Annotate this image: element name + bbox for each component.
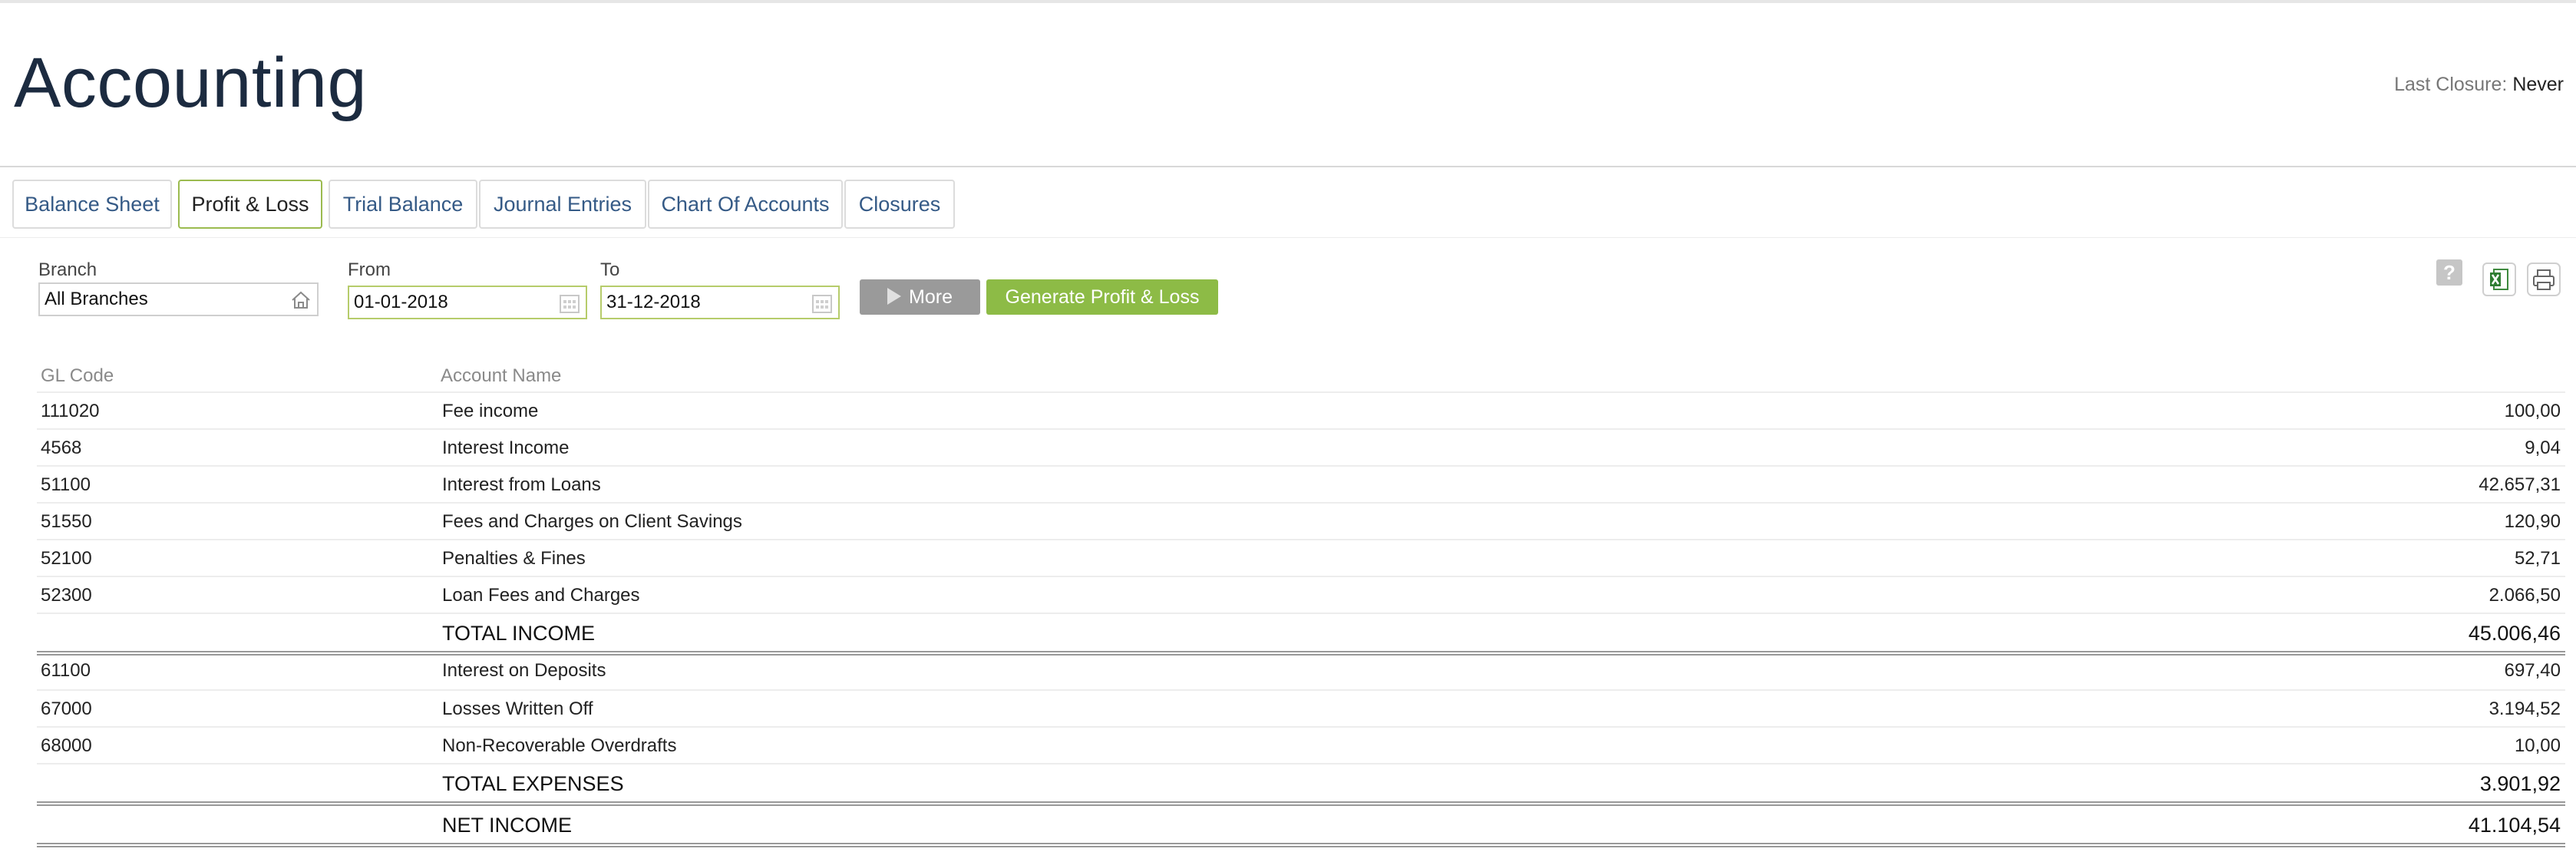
amount-cell: 52,71 [2514, 548, 2561, 569]
from-date-field[interactable] [348, 286, 587, 319]
total-expenses-value: 3.901,92 [2479, 772, 2561, 795]
table-row: 61100 Interest on Deposits 697,40 [37, 652, 2565, 689]
to-date-input[interactable] [606, 287, 792, 318]
table-row: 52300 Loan Fees and Charges 2.066,50 [37, 576, 2565, 614]
account-name-cell: Fee income [442, 401, 539, 421]
amount-cell: 42.657,31 [2479, 474, 2561, 495]
net-income-divider [37, 843, 2565, 847]
gl-code-cell: 61100 [41, 660, 91, 681]
to-date-field[interactable] [600, 286, 840, 319]
amount-cell: 10,00 [2514, 735, 2561, 756]
table-row: 4568 Interest Income 9,04 [37, 428, 2565, 467]
play-icon [887, 288, 902, 305]
table-row: 51100 Interest from Loans 42.657,31 [37, 465, 2565, 504]
tab-chart-of-accounts[interactable]: Chart Of Accounts [648, 180, 843, 229]
net-income-label: NET INCOME [442, 814, 573, 837]
more-button[interactable]: More [860, 279, 980, 315]
tab-journal-entries[interactable]: Journal Entries [479, 180, 646, 229]
branch-label: Branch [38, 259, 97, 280]
tab-profit-loss[interactable]: Profit & Loss [178, 180, 322, 229]
total-income-value: 45.006,46 [2468, 622, 2561, 645]
account-name-cell: Non-Recoverable Overdrafts [442, 735, 677, 756]
net-income-value: 41.104,54 [2468, 814, 2561, 837]
account-name-cell: Interest Income [442, 438, 570, 458]
account-name-cell: Interest on Deposits [442, 660, 606, 681]
gl-code-header: GL Code [41, 365, 114, 386]
generate-profit-loss-button[interactable]: Generate Profit & Loss [986, 279, 1218, 315]
table-row: 111020 Fee income 100,00 [37, 391, 2565, 430]
tab-trial-balance[interactable]: Trial Balance [329, 180, 477, 229]
amount-cell: 120,90 [2504, 511, 2561, 532]
table-row: 67000 Losses Written Off 3.194,52 [37, 689, 2565, 728]
gl-code-cell: 67000 [41, 698, 92, 719]
account-name-cell: Fees and Charges on Client Savings [442, 511, 742, 532]
table-row: 68000 Non-Recoverable Overdrafts 10,00 [37, 726, 2565, 764]
net-income-row: NET INCOME 41.104,54 [37, 806, 2565, 843]
total-income-label: TOTAL INCOME [442, 622, 596, 645]
amount-cell: 697,40 [2504, 660, 2561, 681]
account-name-cell: Interest from Loans [442, 474, 601, 495]
header-divider [0, 166, 2576, 167]
to-label: To [600, 259, 620, 280]
gl-code-cell: 4568 [41, 438, 82, 458]
last-closure-label: Last Closure: [2394, 74, 2508, 95]
total-expenses-row: TOTAL EXPENSES 3.901,92 [37, 763, 2565, 801]
home-icon [292, 291, 310, 309]
amount-cell: 3.194,52 [2488, 698, 2561, 719]
gl-code-cell: 52100 [41, 548, 92, 569]
last-closure: Last Closure: Never [2394, 74, 2564, 96]
gl-code-cell: 111020 [41, 401, 100, 421]
account-name-cell: Loan Fees and Charges [442, 585, 640, 606]
branch-select[interactable] [38, 282, 319, 316]
tab-closures[interactable]: Closures [844, 180, 955, 229]
table-row: 52100 Penalties & Fines 52,71 [37, 539, 2565, 577]
gl-code-cell: 51550 [41, 511, 92, 532]
calendar-icon[interactable] [811, 292, 834, 315]
last-closure-value: Never [2512, 74, 2564, 95]
total-income-row: TOTAL INCOME 45.006,46 [37, 613, 2565, 651]
total-expenses-label: TOTAL EXPENSES [442, 772, 624, 795]
amount-cell: 100,00 [2504, 401, 2561, 421]
tab-balance-sheet[interactable]: Balance Sheet [12, 180, 172, 229]
table-row: 51550 Fees and Charges on Client Savings… [37, 502, 2565, 540]
account-name-header: Account Name [441, 365, 562, 386]
tabs-divider [0, 237, 2576, 238]
page-title: Accounting [14, 44, 368, 122]
gl-code-cell: 51100 [41, 474, 91, 495]
gl-code-cell: 52300 [41, 585, 92, 606]
account-name-cell: Penalties & Fines [442, 548, 586, 569]
print-icon[interactable] [2527, 263, 2561, 296]
from-date-input[interactable] [354, 287, 540, 318]
amount-cell: 9,04 [2525, 438, 2561, 458]
amount-cell: 2.066,50 [2488, 585, 2561, 606]
account-name-cell: Losses Written Off [442, 698, 593, 719]
excel-export-icon[interactable] [2482, 263, 2516, 296]
calendar-icon[interactable] [558, 292, 581, 315]
from-label: From [348, 259, 391, 280]
branch-input[interactable] [45, 284, 263, 315]
gl-code-cell: 68000 [41, 735, 92, 756]
help-icon[interactable]: ? [2436, 259, 2462, 286]
top-border [0, 0, 2576, 3]
more-button-label: More [909, 286, 953, 308]
